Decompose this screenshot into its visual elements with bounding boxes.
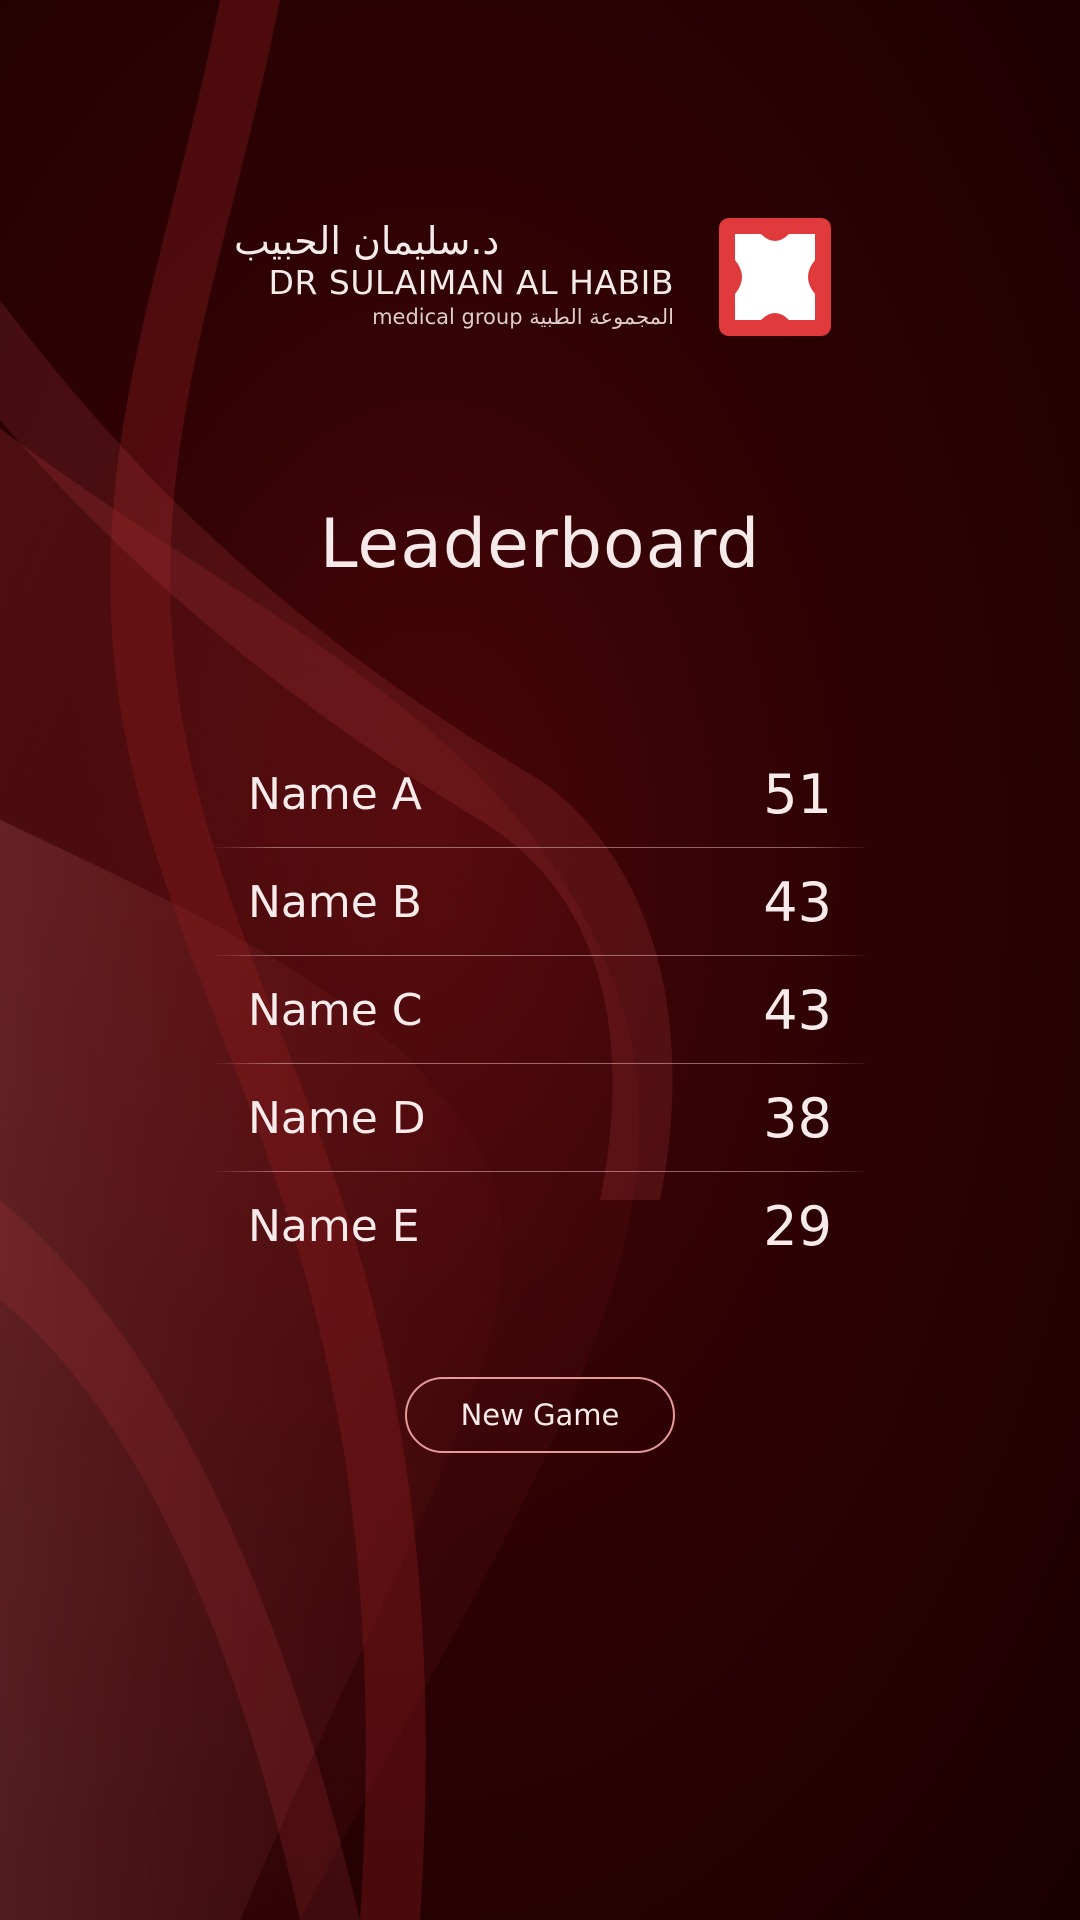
player-score: 43 bbox=[763, 978, 832, 1042]
player-name: Name D bbox=[248, 1092, 426, 1144]
new-game-button[interactable]: New Game bbox=[405, 1377, 675, 1453]
logo-english-name: DR SULAIMAN AL HABIB bbox=[268, 263, 674, 302]
leaderboard-row: Name A 51 bbox=[210, 740, 870, 848]
player-score: 43 bbox=[763, 870, 832, 934]
cross-emblem-icon bbox=[719, 218, 831, 336]
leaderboard-row: Name C 43 bbox=[210, 956, 870, 1064]
player-score: 51 bbox=[763, 762, 832, 826]
logo-subtitle: medical group المجموعة الطبية bbox=[372, 305, 674, 329]
logo-wordmark: د.سليمان الحبيب DR SULAIMAN AL HABIB med… bbox=[234, 218, 674, 332]
player-name: Name A bbox=[248, 768, 422, 820]
leaderboard-row: Name E 29 bbox=[210, 1172, 870, 1280]
logo-arabic-name: د.سليمان الحبيب bbox=[234, 219, 500, 263]
leaderboard-row: Name D 38 bbox=[210, 1064, 870, 1172]
player-name: Name C bbox=[248, 984, 423, 1036]
player-name: Name E bbox=[248, 1200, 420, 1252]
leaderboard-row: Name B 43 bbox=[210, 848, 870, 956]
leaderboard-list: Name A 51 Name B 43 Name C 43 Name D 38 … bbox=[210, 740, 870, 1280]
player-score: 38 bbox=[763, 1086, 832, 1150]
brand-logo: د.سليمان الحبيب DR SULAIMAN AL HABIB med… bbox=[234, 218, 831, 338]
leaderboard-title: Leaderboard bbox=[319, 505, 761, 584]
player-name: Name B bbox=[248, 876, 422, 928]
player-score: 29 bbox=[763, 1194, 832, 1258]
